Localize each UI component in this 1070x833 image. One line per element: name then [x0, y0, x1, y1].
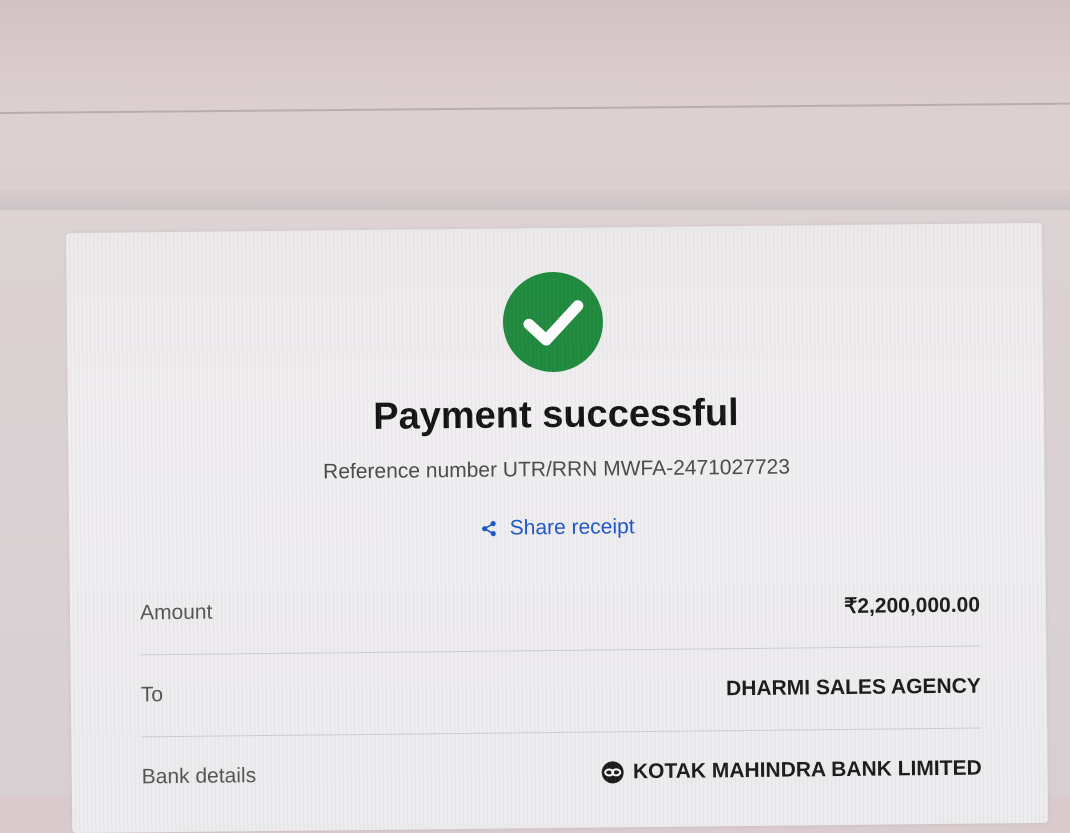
share-receipt-button[interactable]: Share receipt [69, 511, 1045, 545]
page-title: Payment successful [373, 392, 739, 438]
detail-row-to: To DHARMI SALES AGENCY [140, 645, 982, 738]
recipient-name: DHARMI SALES AGENCY [725, 674, 981, 701]
kotak-bank-logo-icon [601, 760, 625, 784]
detail-row-amount: Amount ₹2,200,000.00 [139, 563, 981, 656]
reference-number: Reference number UTR/RRN MWFA-2471027723 [322, 455, 791, 484]
bank-details-value: KOTAK MAHINDRA BANK LIMITED [601, 757, 982, 785]
payment-receipt-card: Payment successful Reference number UTR/… [66, 222, 1049, 833]
check-circle-icon [502, 271, 603, 373]
bank-details-label: Bank details [141, 764, 257, 789]
amount-label: Amount [139, 600, 213, 625]
to-label: To [140, 683, 164, 707]
share-receipt-label: Share receipt [509, 515, 635, 540]
detail-row-bank: Bank details KOTAK MAHINDRA BANK LIMITED [141, 728, 982, 819]
amount-value: ₹2,200,000.00 [843, 593, 981, 618]
bank-name: KOTAK MAHINDRA BANK LIMITED [632, 756, 982, 784]
share-icon [480, 520, 498, 538]
content-frame-edge [0, 190, 1070, 210]
